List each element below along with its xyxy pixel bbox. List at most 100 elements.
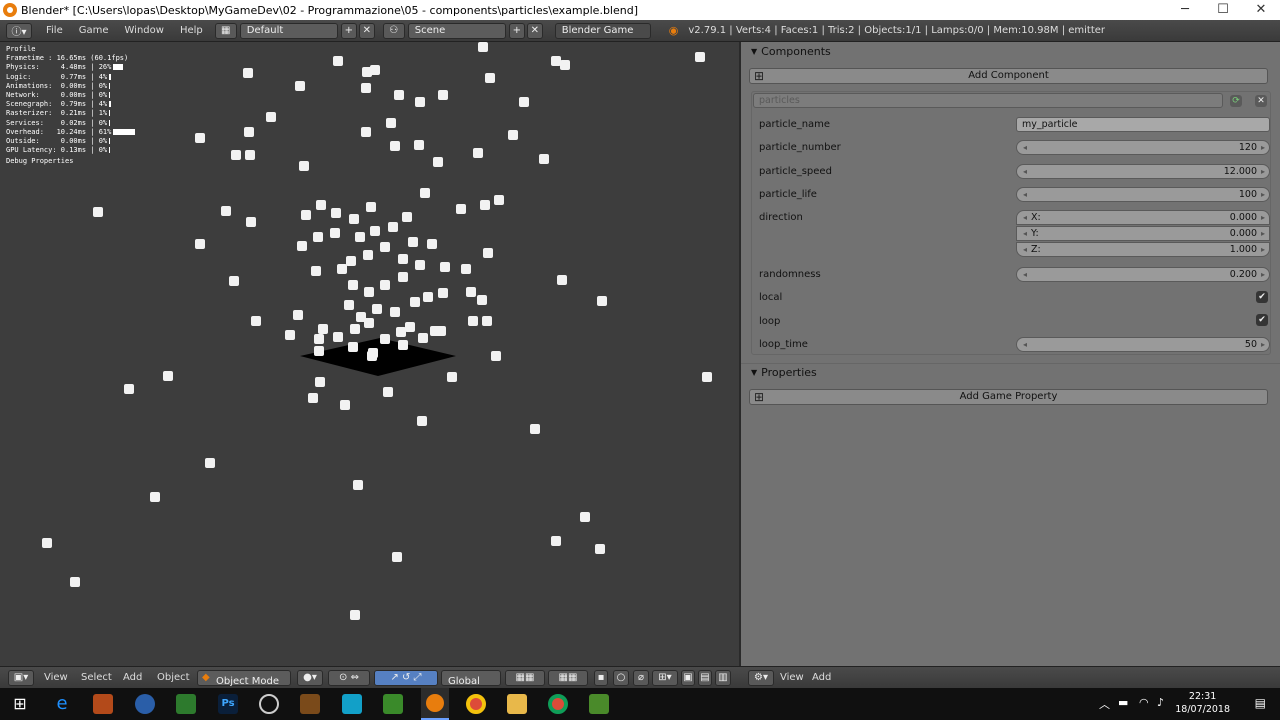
- scene-icon[interactable]: ⚇: [382, 22, 405, 39]
- info-editor-type-icon[interactable]: ⓘ▾: [6, 22, 32, 39]
- wifi-icon[interactable]: ◠: [1139, 696, 1149, 709]
- loop-time-field[interactable]: ◂ 50 ▸: [1016, 337, 1270, 352]
- particle-number-field[interactable]: ◂ 120 ▸: [1016, 140, 1270, 155]
- edge-browser-icon[interactable]: e: [52, 694, 72, 714]
- tray-arrow-icon[interactable]: ︿: [1099, 696, 1110, 712]
- maximize-button[interactable]: ☐: [1204, 0, 1242, 20]
- menu-game[interactable]: Game: [71, 20, 117, 42]
- viewport-shading-icon[interactable]: ●▾: [297, 670, 323, 686]
- volume-icon[interactable]: ♪: [1157, 696, 1164, 709]
- minimize-button[interactable]: ─: [1166, 0, 1204, 20]
- notepad-app-icon[interactable]: [383, 694, 403, 714]
- opengl-render-icon[interactable]: ▤: [698, 670, 712, 686]
- decrement-arrow-icon[interactable]: ◂: [1023, 211, 1027, 224]
- render-engine-select[interactable]: Blender Game: [554, 22, 651, 39]
- increment-arrow-icon[interactable]: ▸: [1261, 338, 1265, 351]
- game-app-icon[interactable]: [176, 694, 196, 714]
- add-game-property-button[interactable]: ⊞ Add Game Property: [749, 389, 1268, 405]
- remove-component-icon[interactable]: ✕: [1255, 95, 1267, 107]
- snap-element-icon[interactable]: ⊞▾: [652, 670, 678, 686]
- particle-life-field[interactable]: ◂ 100 ▸: [1016, 187, 1270, 202]
- system-clock[interactable]: 22:31 18/07/2018: [1175, 690, 1230, 716]
- notifications-icon[interactable]: ▤: [1255, 696, 1266, 710]
- reload-component-icon[interactable]: ⟳: [1230, 95, 1242, 107]
- increment-arrow-icon[interactable]: ▸: [1261, 268, 1265, 281]
- increment-arrow-icon[interactable]: ▸: [1261, 165, 1265, 178]
- particle-speed-field[interactable]: ◂ 12.000 ▸: [1016, 164, 1270, 179]
- emitter-plane[interactable]: [300, 338, 460, 378]
- scene-remove-icon[interactable]: ✕: [526, 22, 543, 39]
- calculator-app-icon[interactable]: [342, 694, 362, 714]
- scene-add-icon[interactable]: +: [508, 22, 525, 39]
- logic-editor-type-icon[interactable]: ⚙▾: [748, 670, 774, 686]
- layers-grid-2-icon[interactable]: ▦▦: [548, 670, 588, 686]
- chrome-icon[interactable]: [466, 694, 486, 714]
- decrement-arrow-icon[interactable]: ◂: [1023, 243, 1027, 256]
- view3d-editor-type-icon[interactable]: ▣▾: [8, 670, 34, 686]
- render-preview-icon[interactable]: ▣: [681, 670, 695, 686]
- collapse-triangle-icon[interactable]: ▼: [751, 368, 757, 377]
- menu-object[interactable]: Object: [157, 667, 190, 689]
- mode-select[interactable]: Object Mode: [197, 670, 291, 687]
- file-explorer-icon[interactable]: [507, 694, 527, 714]
- chrome-2-icon[interactable]: [548, 694, 568, 714]
- proportional-edit-icon[interactable]: ○: [613, 670, 629, 686]
- properties-section-header[interactable]: ▼ Properties: [741, 363, 1280, 381]
- transform-manipulator-icon[interactable]: ↗ ↺ ⤢: [374, 670, 438, 686]
- battery-icon[interactable]: ▬: [1118, 696, 1128, 709]
- layout-add-icon[interactable]: +: [340, 22, 357, 39]
- decrement-arrow-icon[interactable]: ◂: [1023, 165, 1027, 178]
- editor-app-icon[interactable]: [589, 694, 609, 714]
- increment-arrow-icon[interactable]: ▸: [1261, 188, 1265, 201]
- layout-select[interactable]: Default: [239, 22, 338, 39]
- increment-arrow-icon[interactable]: ▸: [1261, 211, 1265, 224]
- direction-x-field[interactable]: ◂ X: 0.000 ▸: [1016, 210, 1270, 225]
- menu-window[interactable]: Window: [117, 20, 172, 42]
- blender-taskbar-button[interactable]: [421, 688, 449, 720]
- pivot-point-icon[interactable]: ⊙ ⇔: [328, 670, 370, 686]
- scene-select[interactable]: Scene: [407, 22, 506, 39]
- direction-z-field[interactable]: ◂ Z: 1.000 ▸: [1016, 242, 1270, 257]
- decrement-arrow-icon[interactable]: ◂: [1023, 227, 1027, 240]
- menu-add[interactable]: Add: [123, 667, 142, 689]
- layout-grid-icon[interactable]: ▦: [214, 22, 237, 39]
- components-section-header[interactable]: ▼ Components: [741, 42, 1280, 60]
- direction-y-field[interactable]: ◂ Y: 0.000 ▸: [1016, 226, 1270, 241]
- local-checkbox[interactable]: ✔: [1256, 291, 1268, 303]
- opengl-anim-icon[interactable]: ▥: [715, 670, 731, 686]
- orientation-select[interactable]: Global: [441, 670, 501, 687]
- increment-arrow-icon[interactable]: ▸: [1261, 141, 1265, 154]
- windows-start-icon[interactable]: ⊞: [10, 694, 30, 714]
- particle: [93, 207, 103, 217]
- close-button[interactable]: ✕: [1242, 0, 1280, 20]
- menu-help[interactable]: Help: [172, 20, 211, 42]
- menu-file[interactable]: File: [38, 20, 71, 42]
- decrement-arrow-icon[interactable]: ◂: [1023, 141, 1027, 154]
- add-component-button[interactable]: ⊞ Add Component: [749, 68, 1268, 84]
- globe-app-icon[interactable]: [135, 694, 155, 714]
- menu-view[interactable]: View: [44, 667, 68, 689]
- menu-select[interactable]: Select: [81, 667, 112, 689]
- properties-menu-add[interactable]: Add: [812, 667, 831, 689]
- increment-arrow-icon[interactable]: ▸: [1261, 227, 1265, 240]
- decrement-arrow-icon[interactable]: ◂: [1023, 268, 1027, 281]
- lock-layer-icon[interactable]: ▪: [594, 670, 608, 686]
- firefox-icon[interactable]: [93, 694, 113, 714]
- archive-app-icon[interactable]: [300, 694, 320, 714]
- photoshop-icon[interactable]: Ps: [218, 694, 238, 714]
- 3d-viewport[interactable]: Profile Frametime : 16.65ms (60.1fps) Phy…: [0, 42, 739, 666]
- layout-remove-icon[interactable]: ✕: [358, 22, 375, 39]
- properties-menu-view[interactable]: View: [780, 667, 804, 689]
- layers-grid-1-icon[interactable]: ▦▦: [505, 670, 545, 686]
- decrement-arrow-icon[interactable]: ◂: [1023, 338, 1027, 351]
- particle: [363, 250, 373, 260]
- snap-icon[interactable]: ⌀: [633, 670, 649, 686]
- loop-checkbox[interactable]: ✔: [1256, 314, 1268, 326]
- clock-app-icon[interactable]: [259, 694, 279, 714]
- collapse-triangle-icon[interactable]: ▼: [751, 47, 757, 56]
- randomness-field[interactable]: ◂ 0.200 ▸: [1016, 267, 1270, 282]
- particle: [440, 262, 450, 272]
- particle-name-input[interactable]: my_particle: [1016, 117, 1270, 132]
- decrement-arrow-icon[interactable]: ◂: [1023, 188, 1027, 201]
- increment-arrow-icon[interactable]: ▸: [1261, 243, 1265, 256]
